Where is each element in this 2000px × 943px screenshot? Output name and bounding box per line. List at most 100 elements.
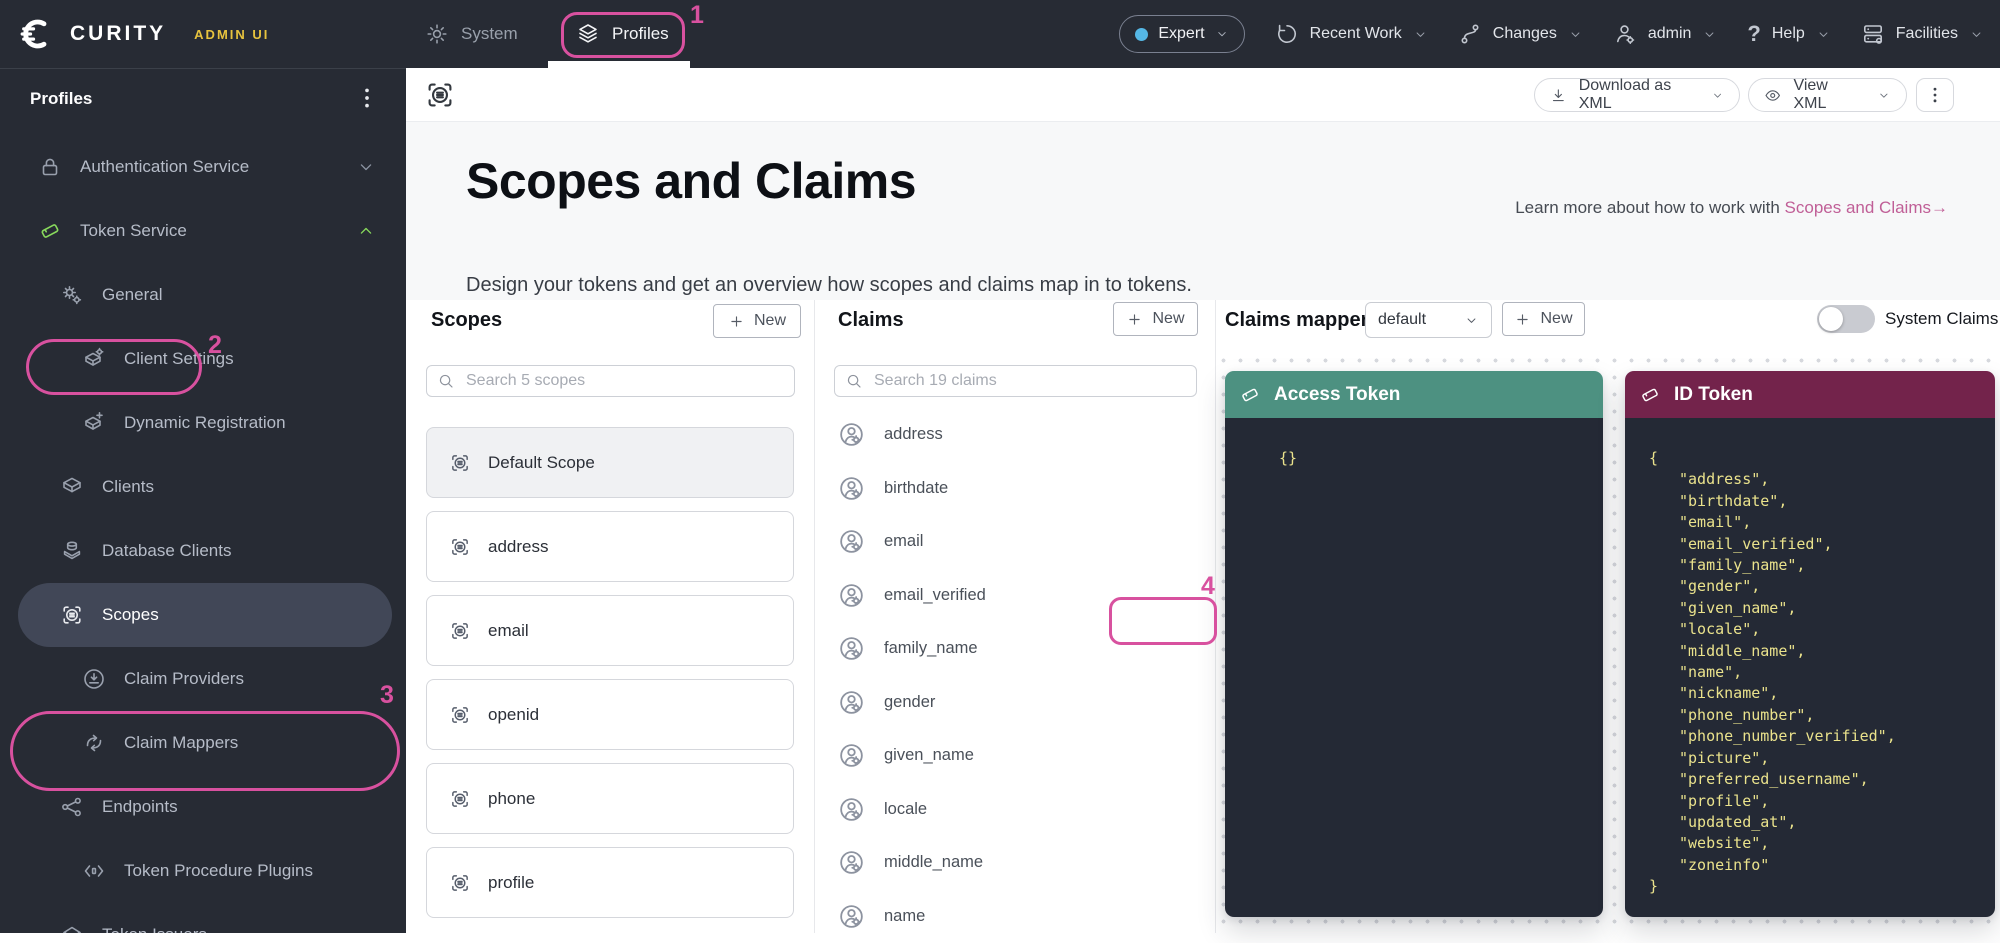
branch-icon xyxy=(1458,22,1482,46)
claims-search xyxy=(834,365,1197,397)
claim-row-birthdate[interactable]: birthdate xyxy=(834,462,1197,516)
chevron-down-icon xyxy=(1711,88,1724,103)
sidebar-item-clients[interactable]: Clients xyxy=(18,455,392,519)
status-dot xyxy=(1135,28,1148,41)
id-token-header: ID Token xyxy=(1625,371,1995,418)
download-as-xml-button[interactable]: Download as XML xyxy=(1534,78,1740,112)
columns-area: Scopes New Default Scope address email o… xyxy=(406,300,2000,933)
sidebar: Profiles Authentication Service Token Se… xyxy=(0,68,406,933)
sidebar-item-scopes[interactable]: Scopes xyxy=(18,583,392,647)
view-xml-button[interactable]: View XML xyxy=(1748,78,1907,112)
mapper-select[interactable]: default xyxy=(1365,302,1492,338)
scope-icon xyxy=(449,704,471,726)
nav-tab-system[interactable]: System xyxy=(425,0,518,68)
claim-row-email-verified[interactable]: email_verified xyxy=(834,569,1197,623)
sidebar-item-icon xyxy=(82,411,106,435)
scopes-search-input[interactable] xyxy=(464,371,784,391)
nav-tab-profiles[interactable]: Profiles xyxy=(576,0,669,68)
user-gear-icon xyxy=(1613,22,1637,46)
facilities-menu[interactable]: Facilities xyxy=(1861,22,1984,46)
toolbar-kebab-button[interactable] xyxy=(1916,78,1954,112)
sidebar-item-token-issuers[interactable]: Token Issuers xyxy=(18,903,392,933)
column-divider xyxy=(814,300,815,933)
sidebar-item-icon xyxy=(60,475,84,499)
chevron-down-icon xyxy=(1816,27,1831,42)
claim-user-icon xyxy=(838,528,865,555)
sidebar-item-icon xyxy=(60,795,84,819)
changes-menu[interactable]: Changes xyxy=(1458,22,1583,46)
chevron-down-icon[interactable] xyxy=(356,157,376,177)
scope-card-profile[interactable]: profile xyxy=(426,847,794,918)
sidebar-item-authentication-service[interactable]: Authentication Service xyxy=(18,135,392,199)
topbar-menus: Expert Recent Work Changes admin ? Help … xyxy=(1119,0,1984,68)
claim-user-icon xyxy=(838,689,865,716)
sidebar-item-claim-providers[interactable]: Claim Providers xyxy=(18,647,392,711)
curity-logo-icon xyxy=(20,16,56,52)
kebab-menu-icon xyxy=(1925,85,1945,105)
chevron-down-icon xyxy=(1969,27,1984,42)
kebab-menu-icon[interactable] xyxy=(354,85,380,111)
claim-user-icon xyxy=(838,742,865,769)
claim-row-gender[interactable]: gender xyxy=(834,676,1197,730)
claims-search-input[interactable] xyxy=(872,371,1186,391)
claim-row-address[interactable]: address xyxy=(834,408,1197,462)
scope-card-email[interactable]: email xyxy=(426,595,794,666)
sidebar-item-icon xyxy=(60,603,84,627)
search-icon xyxy=(437,372,455,390)
scope-card-openid[interactable]: openid xyxy=(426,679,794,750)
download-icon xyxy=(1550,86,1567,105)
claims-list: address birthdate email email_verified f… xyxy=(834,408,1197,943)
chevron-down-icon xyxy=(1413,27,1428,42)
admin-menu[interactable]: admin xyxy=(1613,22,1718,46)
claim-row-family-name[interactable]: family_name xyxy=(834,622,1197,676)
id-token-code: {"address","birthdate","email","email_ve… xyxy=(1625,418,1995,917)
sidebar-item-database-clients[interactable]: Database Clients xyxy=(18,519,392,583)
scope-card-phone[interactable]: phone xyxy=(426,763,794,834)
claim-row-locale[interactable]: locale xyxy=(834,783,1197,837)
sidebar-item-general[interactable]: General xyxy=(18,263,392,327)
scopes-page-icon xyxy=(424,79,456,111)
new-mapper-button[interactable]: New xyxy=(1502,302,1585,336)
sidebar-item-icon xyxy=(82,731,106,755)
claim-row-given-name[interactable]: given_name xyxy=(834,729,1197,783)
gear-icon xyxy=(425,22,449,46)
scope-icon xyxy=(449,788,471,810)
scope-icon xyxy=(449,872,471,894)
ticket-icon xyxy=(1239,384,1261,406)
sidebar-item-icon xyxy=(82,859,106,883)
learn-more-link[interactable]: Scopes and Claims→ xyxy=(1785,198,1948,217)
sidebar-item-icon xyxy=(38,219,62,243)
claim-row-name[interactable]: name xyxy=(834,890,1197,943)
annotation-digit-4: 4 xyxy=(1201,572,1215,601)
help-menu[interactable]: ? Help xyxy=(1747,23,1830,45)
expert-mode-dropdown[interactable]: Expert xyxy=(1119,15,1244,53)
sidebar-item-dynamic-registration[interactable]: Dynamic Registration xyxy=(18,391,392,455)
sidebar-item-token-service[interactable]: Token Service xyxy=(18,199,392,263)
system-claims-toggle[interactable] xyxy=(1817,305,1875,333)
topbar: CURITY ADMIN UI System Profiles Expert R… xyxy=(0,0,2000,68)
recent-work-menu[interactable]: Recent Work xyxy=(1275,22,1428,46)
system-claims-label: System Claims xyxy=(1885,309,1998,329)
sidebar-item-client-settings[interactable]: Client Settings xyxy=(18,327,392,391)
page-subtitle: Design your tokens and get an overview h… xyxy=(466,274,1192,297)
chevron-up-icon[interactable] xyxy=(356,221,376,241)
search-icon xyxy=(845,372,863,390)
access-token-panel: Access Token {} xyxy=(1225,371,1603,917)
sidebar-item-token-procedure-plugins[interactable]: Token Procedure Plugins xyxy=(18,839,392,903)
sidebar-item-endpoints[interactable]: Endpoints xyxy=(18,775,392,839)
new-scope-button[interactable]: New xyxy=(713,304,801,338)
claim-row-middle-name[interactable]: middle_name xyxy=(834,836,1197,890)
scope-card-default-scope[interactable]: Default Scope xyxy=(426,427,794,498)
scope-card-address[interactable]: address xyxy=(426,511,794,582)
scopes-header: Scopes xyxy=(431,300,502,340)
access-token-code: {} xyxy=(1225,418,1603,917)
layers-icon xyxy=(576,22,600,46)
page-header: Scopes and Claims Design your tokens and… xyxy=(406,122,2000,300)
claims-header: Claims xyxy=(838,300,904,340)
claim-row-email[interactable]: email xyxy=(834,515,1197,569)
chevron-down-icon xyxy=(1215,27,1229,41)
admin-ui-badge: ADMIN UI xyxy=(194,27,269,42)
new-claim-button[interactable]: New xyxy=(1113,302,1198,336)
learn-more: Learn more about how to work with Scopes… xyxy=(1515,198,1948,218)
sidebar-item-claim-mappers[interactable]: Claim Mappers xyxy=(18,711,392,775)
